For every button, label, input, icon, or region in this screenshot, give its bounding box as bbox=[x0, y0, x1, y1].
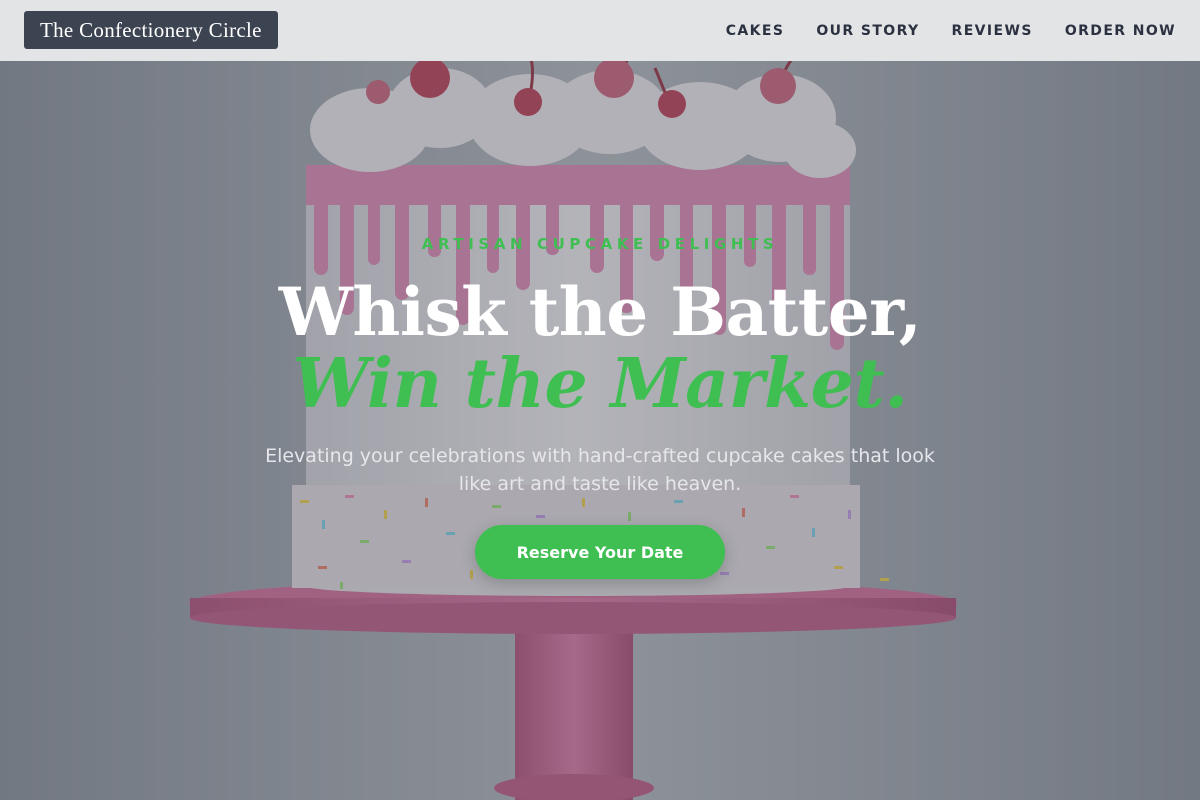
headline-line-2: Win the Market. bbox=[292, 344, 908, 424]
landing-page: The Confectionery Circle CAKES OUR STORY… bbox=[0, 0, 1200, 800]
hero-eyebrow: ARTISAN CUPCAKE DELIGHTS bbox=[421, 235, 779, 253]
hero-section: ARTISAN CUPCAKE DELIGHTS Whisk the Batte… bbox=[0, 0, 1200, 800]
reserve-date-button[interactable]: Reserve Your Date bbox=[475, 525, 725, 579]
headline-line-1: Whisk the Batter, bbox=[278, 273, 922, 351]
hero-subtext: Elevating your celebrations with hand-cr… bbox=[265, 445, 935, 495]
